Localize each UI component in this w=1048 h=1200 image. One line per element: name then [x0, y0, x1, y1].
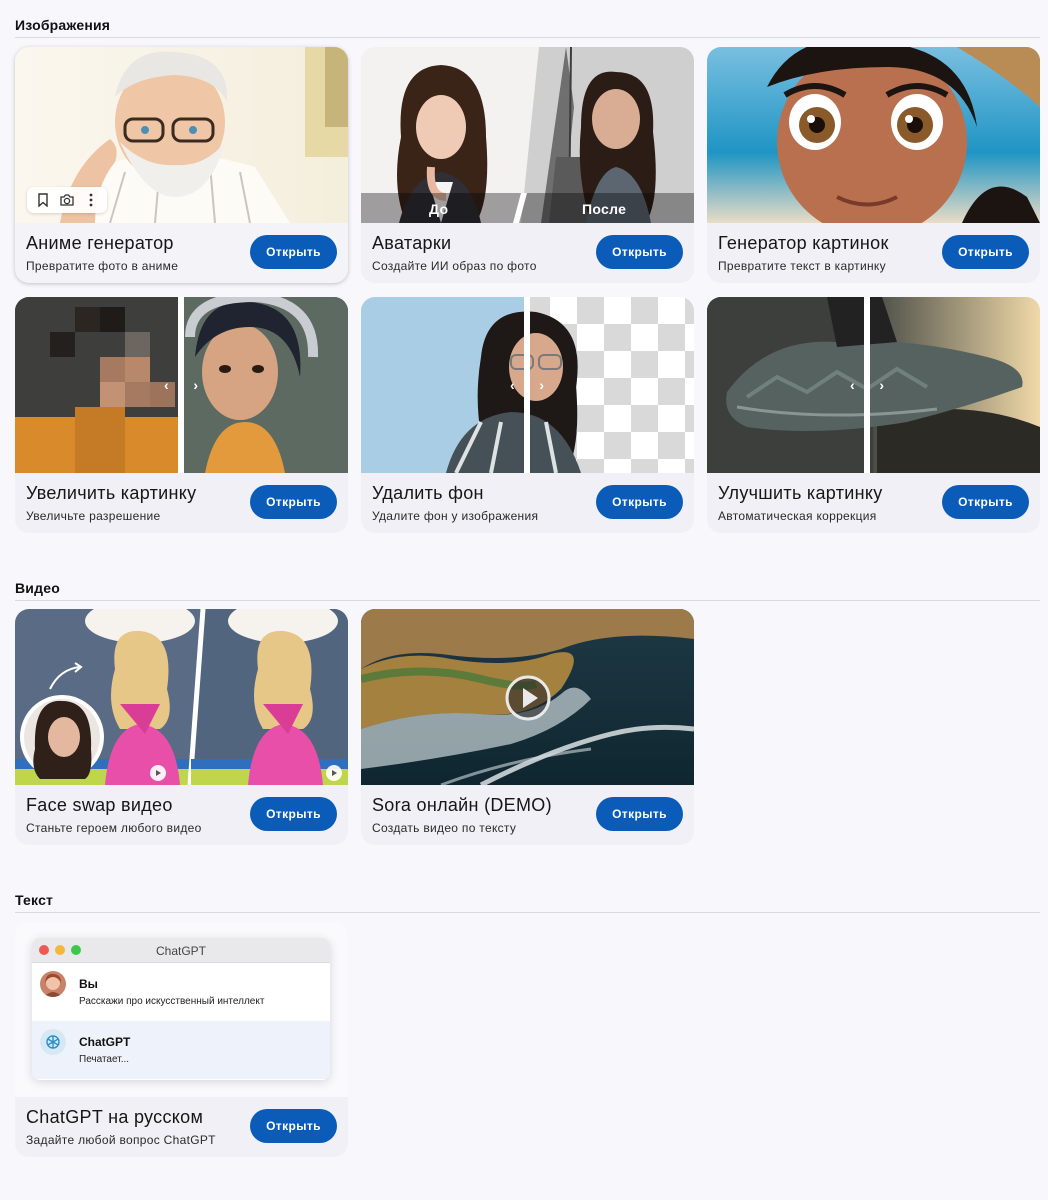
chevron-right-icon: › [879, 377, 884, 393]
card-subtitle: Станьте героем любого видео [26, 821, 202, 835]
card-sora[interactable]: Sora онлайн (DEMO) Создать видео по текс… [361, 609, 694, 845]
card-subtitle: Увеличьте разрешение [26, 509, 161, 523]
chatgpt-preview: ChatGPT Вы Расскажи про искусственный ин… [15, 921, 348, 1097]
card-upscale[interactable]: ‹ › Увеличить картинку Увеличьте разреше… [15, 297, 348, 533]
section-title-video: Видео [15, 580, 1040, 601]
chevron-right-icon: › [193, 377, 198, 393]
card-subtitle: Превратите текст в картинку [718, 259, 886, 273]
card-face-swap[interactable]: Face swap видео Станьте героем любого ви… [15, 609, 348, 845]
card-subtitle: Превратите фото в аниме [26, 259, 179, 273]
card-title: Увеличить картинку [26, 483, 197, 503]
card-subtitle: Создайте ИИ образ по фото [372, 259, 537, 273]
chat-message-bot: ChatGPT Печатает... [32, 1021, 330, 1079]
card-title: Генератор картинок [718, 233, 889, 253]
play-icon[interactable] [326, 765, 342, 781]
anime-preview-image [15, 47, 348, 223]
card-title: Аниме генератор [26, 233, 174, 253]
chatgpt-logo-icon [40, 1029, 66, 1055]
open-button-chatgpt[interactable]: Открыть [250, 1109, 337, 1143]
user-message: Расскажи про искусственный интеллект [79, 996, 265, 1007]
open-button-avatars[interactable]: Открыть [596, 235, 683, 269]
card-subtitle: Удалите фон у изображения [372, 509, 539, 523]
open-button-faceswap[interactable]: Открыть [250, 797, 337, 831]
card-subtitle: Автоматическая коррекция [718, 509, 877, 523]
image-toolbar [27, 187, 107, 213]
before-label: До [429, 201, 449, 217]
card-chatgpt[interactable]: ChatGPT Вы Расскажи про искусственный ин… [15, 921, 348, 1157]
section-title-images: Изображения [15, 17, 1040, 38]
sora-video-preview [361, 609, 694, 785]
bot-name: ChatGPT [79, 1035, 131, 1049]
open-button-upscale[interactable]: Открыть [250, 485, 337, 519]
generator-preview-image [707, 47, 1040, 223]
section-title-text: Текст [15, 892, 1040, 913]
more-vertical-icon[interactable] [81, 190, 101, 210]
chat-window-title: ChatGPT [155, 944, 206, 958]
chevron-left-icon: ‹ [164, 377, 169, 393]
card-title: Удалить фон [372, 483, 484, 503]
card-avatars[interactable]: До После Аватарки Создайте ИИ образ по ф… [361, 47, 694, 283]
chat-message-user: Вы Расскажи про искусственный интеллект [32, 963, 330, 1021]
card-remove-background[interactable]: ‹ › Удалить фон Удалите фон у изображени… [361, 297, 694, 533]
open-button-sora[interactable]: Открыть [596, 797, 683, 831]
compare-slider-knob[interactable]: ‹ › [510, 370, 544, 400]
card-anime-generator[interactable]: Аниме генератор Превратите фото в аниме … [15, 47, 348, 283]
user-avatar [40, 971, 66, 997]
removebg-compare-image: ‹ › [361, 297, 694, 473]
card-enhance[interactable]: ‹ › Улучшить картинку Автоматическая кор… [707, 297, 1040, 533]
compare-slider-knob[interactable]: ‹ › [850, 370, 884, 400]
user-name: Вы [79, 977, 98, 991]
upscale-compare-image: ‹ › [15, 297, 348, 473]
open-button-removebg[interactable]: Открыть [596, 485, 683, 519]
bot-message: Печатает... [79, 1054, 130, 1065]
play-icon[interactable] [150, 765, 166, 781]
card-title: ChatGPT на русском [26, 1107, 204, 1127]
card-title: Улучшить картинку [718, 483, 883, 503]
card-image-generator[interactable]: Генератор картинок Превратите текст в ка… [707, 47, 1040, 283]
bookmark-icon[interactable] [33, 190, 53, 210]
chevron-left-icon: ‹ [850, 377, 855, 393]
chevron-left-icon: ‹ [510, 377, 515, 393]
compare-slider-knob[interactable]: ‹ › [164, 370, 198, 400]
chat-titlebar: ChatGPT [32, 938, 330, 963]
card-title: Face swap видео [26, 795, 173, 815]
open-button-generator[interactable]: Открыть [942, 235, 1029, 269]
open-button-anime[interactable]: Открыть [250, 235, 337, 269]
card-subtitle: Задайте любой вопрос ChatGPT [26, 1133, 216, 1147]
camera-icon[interactable] [57, 190, 77, 210]
play-icon[interactable] [505, 675, 551, 721]
card-title: Sora онлайн (DEMO) [372, 795, 552, 815]
card-subtitle: Создать видео по тексту [372, 821, 517, 835]
avatars-before-after-image: До После [361, 47, 694, 223]
chat-window-mockup: ChatGPT Вы Расскажи про искусственный ин… [32, 938, 330, 1080]
chevron-right-icon: › [539, 377, 544, 393]
enhance-compare-image: ‹ › [707, 297, 1040, 473]
after-label: После [582, 201, 627, 217]
open-button-enhance[interactable]: Открыть [942, 485, 1029, 519]
card-title: Аватарки [372, 233, 452, 253]
faceswap-preview-image [15, 609, 348, 785]
